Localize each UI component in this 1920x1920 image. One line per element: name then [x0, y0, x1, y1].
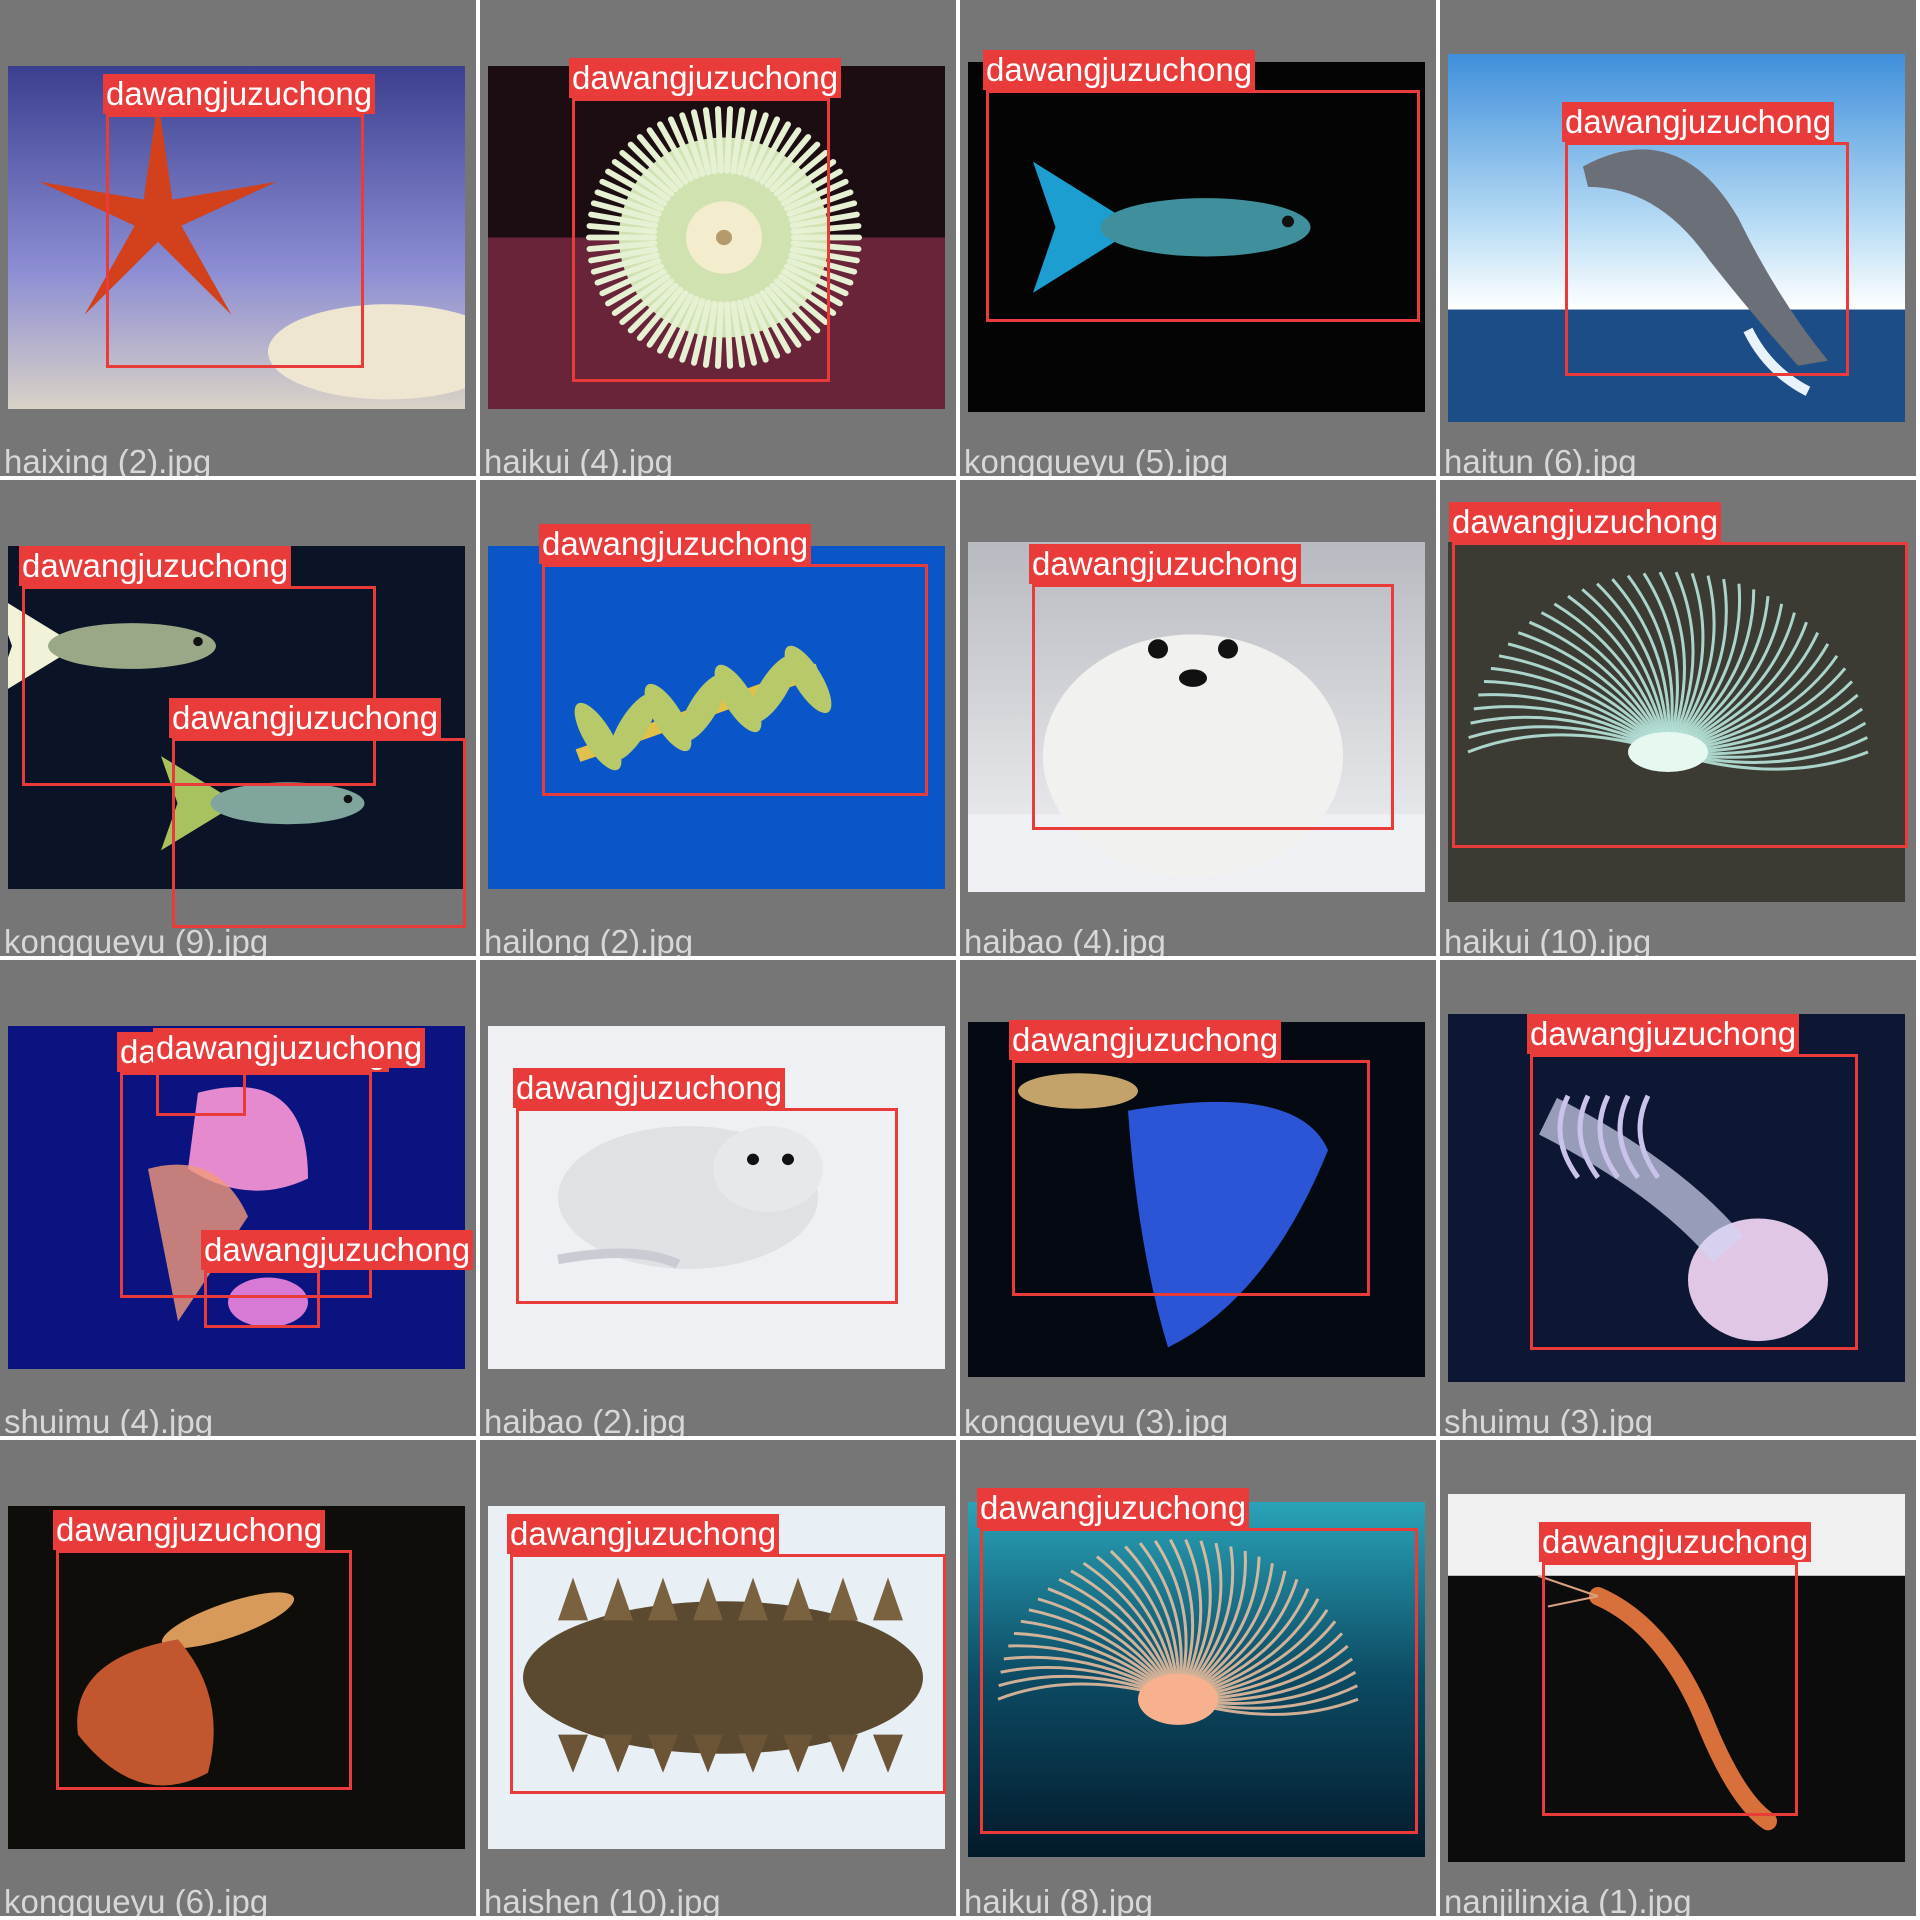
- filename-caption: nanjilinxia (1).jpg: [1444, 1883, 1692, 1916]
- image-tile: dawangjuzuchong haixing (2).jpg: [0, 0, 476, 476]
- detection-box: [56, 1550, 352, 1790]
- detection-box: [1565, 142, 1849, 376]
- detection-box: [542, 564, 928, 796]
- detection-box: [172, 738, 466, 928]
- filename-caption: kongqueyu (5).jpg: [964, 443, 1229, 476]
- image-tile: dawangjuzuchong kongqueyu (6).jpg: [0, 1440, 476, 1916]
- image-tile: dawangjuzuchong haishen (10).jpg: [480, 1440, 956, 1916]
- image-tile: dawangjuzuchong shuimu (3).jpg: [1440, 960, 1916, 1436]
- detection-box: [1012, 1060, 1370, 1296]
- detection-label: dawangjuzuchong: [1539, 1522, 1812, 1562]
- detection-box: [510, 1554, 946, 1794]
- detection-grid: dawangjuzuchong haixing (2).jpg dawangjuz…: [0, 0, 1920, 1920]
- image-tile: dawangjuzuchong nanjilinxia (1).jpg: [1440, 1440, 1916, 1916]
- detection-box: [106, 114, 364, 368]
- filename-caption: shuimu (4).jpg: [4, 1403, 214, 1436]
- image-tile: dawangjuzuchong dawangjuzuchong kongqueyu …: [0, 480, 476, 956]
- filename-caption: haikui (8).jpg: [964, 1883, 1153, 1916]
- filename-caption: haikui (4).jpg: [484, 443, 673, 476]
- detection-label: dawangjuzuchong: [983, 50, 1256, 90]
- detection-label: dawangjuzuchong: [977, 1488, 1250, 1528]
- detection-box: [204, 1270, 320, 1328]
- detection-box: [156, 1068, 246, 1116]
- image-tile: dawangjuzuchong haibao (2).jpg: [480, 960, 956, 1436]
- image-tile: dawangjuzuchong haikui (8).jpg: [960, 1440, 1436, 1916]
- detection-label: dawangjuzuchong: [53, 1510, 326, 1550]
- filename-caption: shuimu (3).jpg: [1444, 1403, 1654, 1436]
- filename-caption: kongqueyu (9).jpg: [4, 923, 269, 956]
- image-tile: dawangjuzuchong kongqueyu (3).jpg: [960, 960, 1436, 1436]
- filename-caption: kongqueyu (3).jpg: [964, 1403, 1229, 1436]
- image-tile: dawangjuzuchong haikui (4).jpg: [480, 0, 956, 476]
- detection-label: dawangjuzuchong: [1009, 1020, 1282, 1060]
- detection-box: [986, 90, 1420, 322]
- image-tile: dawangjuzuchong haibao (4).jpg: [960, 480, 1436, 956]
- detection-label: dawangjuzuchong: [1029, 544, 1302, 584]
- filename-caption: hailong (2).jpg: [484, 923, 694, 956]
- detection-box: [1542, 1562, 1798, 1816]
- image-tile: dawangjuzuchong haitun (6).jpg: [1440, 0, 1916, 476]
- detection-label: dawangjuzuchong: [507, 1514, 780, 1554]
- image-tile: dawangjuzuchong kongqueyu (5).jpg: [960, 0, 1436, 476]
- detection-box: [516, 1108, 898, 1304]
- filename-caption: haibao (2).jpg: [484, 1403, 686, 1436]
- detection-box: [1452, 542, 1908, 848]
- detection-label: dawangjuzuchong: [539, 524, 812, 564]
- detection-label: dawangjuzuchong: [569, 58, 842, 98]
- detection-box: [980, 1528, 1418, 1834]
- detection-label: dawangjuzuchong: [201, 1230, 474, 1270]
- detection-label: dawangjuzuchong: [19, 546, 292, 586]
- detection-label: dawangjuzuchong: [103, 74, 376, 114]
- image-tile: dawangjuzuchong haikui (10).jpg: [1440, 480, 1916, 956]
- detection-label: dawangjuzuchong: [513, 1068, 786, 1108]
- detection-label: dawangjuzuchong: [1527, 1014, 1800, 1054]
- filename-caption: haitun (6).jpg: [1444, 443, 1637, 476]
- image-tile: dawangjuzuchongdawangjuzuchongdawangjuzu…: [0, 960, 476, 1436]
- filename-caption: haikui (10).jpg: [1444, 923, 1652, 956]
- detection-box: [572, 98, 830, 382]
- detection-label: dawangjuzuchong: [1562, 102, 1835, 142]
- filename-caption: haibao (4).jpg: [964, 923, 1166, 956]
- filename-caption: haixing (2).jpg: [4, 443, 212, 476]
- filename-caption: kongqueyu (6).jpg: [4, 1883, 269, 1916]
- detection-label: dawangjuzuchong: [169, 698, 442, 738]
- detection-label: dawangjuzuchong: [153, 1028, 426, 1068]
- filename-caption: haishen (10).jpg: [484, 1883, 721, 1916]
- detection-label: dawangjuzuchong: [1449, 502, 1722, 542]
- detection-box: [1032, 584, 1394, 830]
- image-tile: dawangjuzuchong hailong (2).jpg: [480, 480, 956, 956]
- detection-box: [1530, 1054, 1858, 1350]
